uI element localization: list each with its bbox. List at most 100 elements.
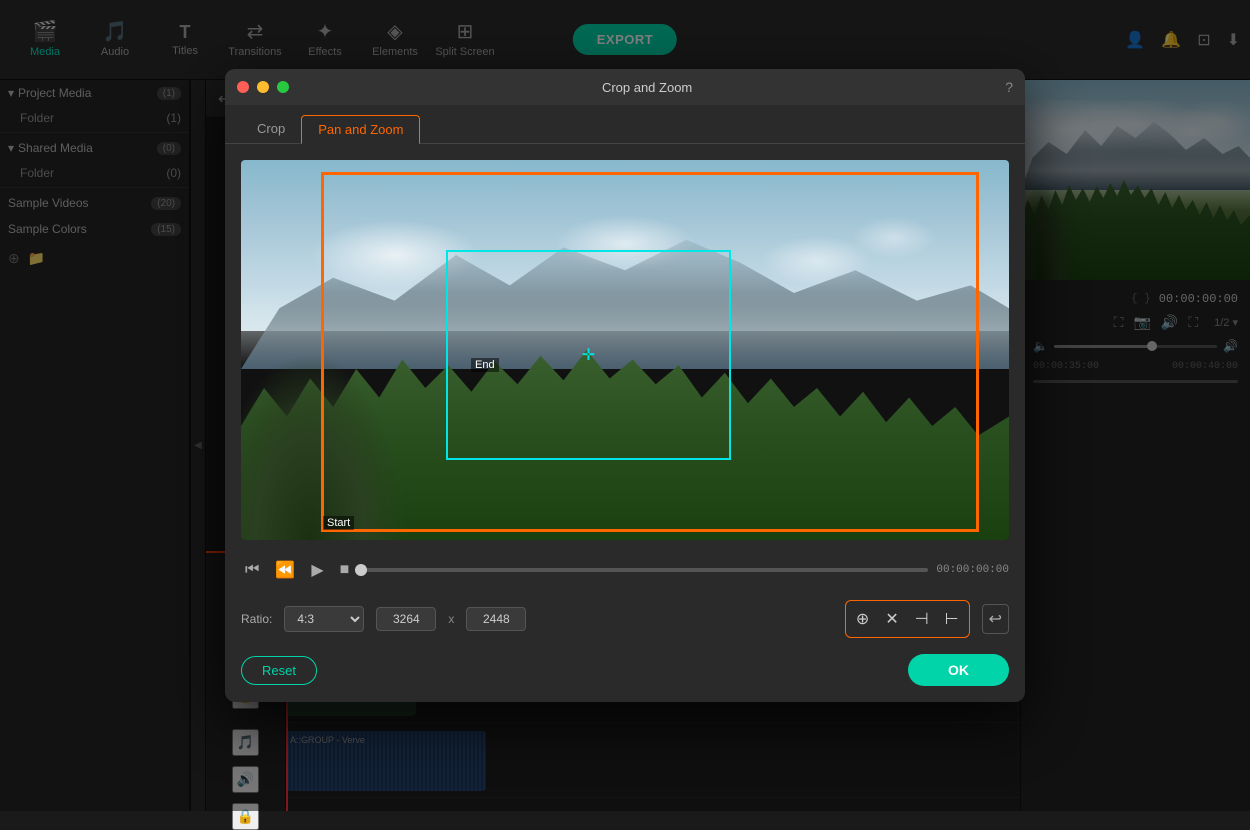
timeline-speaker-btn[interactable]: 🔊 — [232, 766, 259, 793]
nav-split-screen-label: Split Screen — [435, 46, 494, 58]
sidebar-shared-media[interactable]: ▾ Shared Media (0) — [0, 135, 189, 161]
top-bar: 🎬 Media 🎵 Audio T Titles ⇄ Transitions ✦… — [0, 0, 1250, 80]
sidebar-sample-colors[interactable]: Sample Colors (15) — [0, 216, 189, 242]
crop-zoom-modal: Crop and Zoom ? Crop Pan and Zoom — [225, 69, 1025, 702]
height-input[interactable]: 2448 — [466, 607, 526, 631]
notification-icon[interactable]: 🔔 — [1161, 30, 1181, 50]
nav-transitions[interactable]: ⇄ Transitions — [220, 5, 290, 75]
bracket-open: { } — [1131, 293, 1151, 305]
pb-progress-bar[interactable] — [361, 568, 928, 572]
ok-button[interactable]: OK — [908, 654, 1009, 686]
align-reset-arrows-btn[interactable]: ↩ — [982, 604, 1009, 634]
nav-elements[interactable]: ◈ Elements — [360, 5, 430, 75]
sidebar-folder-1[interactable]: Folder (1) — [0, 106, 189, 130]
timestamp-start: 00:00:35:00 — [1033, 361, 1099, 372]
timeline-lock2-btn[interactable]: 🔒 — [232, 803, 259, 830]
pb-play-btn[interactable]: ▶ — [307, 556, 327, 584]
sidebar-sample-videos[interactable]: Sample Videos (20) — [0, 190, 189, 216]
nav-audio[interactable]: 🎵 Audio — [80, 5, 150, 75]
traffic-light-red[interactable] — [237, 81, 249, 93]
width-input[interactable]: 3264 — [376, 607, 436, 631]
nav-split-screen[interactable]: ⊞ Split Screen — [430, 5, 500, 75]
pb-timecode: 00:00:00:00 — [936, 564, 1009, 576]
pb-thumb — [355, 564, 367, 576]
pb-frame-back-btn[interactable]: ⏪ — [271, 556, 299, 584]
export-button[interactable]: EXPORT — [573, 24, 677, 55]
nav-titles[interactable]: T Titles — [150, 5, 220, 75]
add-media-icon[interactable]: ⊕ — [8, 250, 20, 267]
modal-tabs: Crop Pan and Zoom — [225, 105, 1025, 144]
sample-videos-count: (20) — [151, 197, 181, 210]
dimension-x-label: x — [448, 612, 454, 626]
reset-button[interactable]: Reset — [241, 656, 317, 685]
nav-effects-label: Effects — [308, 46, 341, 58]
modal-help-btn[interactable]: ? — [1005, 79, 1013, 95]
modal-scene-tree — [241, 274, 471, 540]
screenshot-icon[interactable]: 📷 — [1133, 314, 1150, 331]
left-sidebar: ▾ Project Media (1) Folder (1) ▾ Shared … — [0, 80, 190, 811]
nav-effects[interactable]: ✦ Effects — [290, 5, 360, 75]
sidebar-collapse-btn[interactable]: ◀ — [190, 80, 206, 811]
volume-row: 🔈 🔊 — [1033, 339, 1238, 353]
ratio-select[interactable]: 4:3 16:9 1:1 Custom — [284, 606, 364, 632]
shared-media-title-row: ▾ Shared Media — [8, 141, 93, 155]
nav-transitions-label: Transitions — [228, 46, 281, 58]
tab-pan-zoom[interactable]: Pan and Zoom — [301, 115, 420, 144]
clip-audio[interactable]: A::GROUP - Verve — [286, 731, 486, 791]
sidebar-bottom-toolbar: ⊕ 📁 — [0, 242, 189, 275]
sidebar-project-media[interactable]: ▾ Project Media (1) — [0, 80, 189, 106]
nav-media[interactable]: 🎬 Media — [10, 5, 80, 75]
sidebar-folder-2[interactable]: Folder (0) — [0, 161, 189, 185]
align-left-btn[interactable]: ⊣ — [909, 605, 935, 633]
project-media-count: (1) — [157, 87, 181, 100]
modal-playback: ⏮ ⏪ ▶ ■ 00:00:00:00 — [241, 552, 1009, 588]
right-scene-tree — [1021, 140, 1090, 280]
traffic-light-yellow[interactable] — [257, 81, 269, 93]
align-center-btn[interactable]: ⊕ — [850, 605, 875, 633]
modal-video-preview: ✛ End Start — [241, 160, 1009, 540]
minimize-icon[interactable]: ⊡ — [1197, 30, 1210, 50]
volume-slider[interactable] — [1054, 345, 1217, 348]
fullscreen-icon[interactable]: ⛶ — [1114, 314, 1124, 331]
top-right-controls: 👤 🔔 ⊡ ⬇ — [1125, 30, 1240, 50]
right-timeline-bar[interactable] — [1033, 380, 1238, 383]
nav-audio-label: Audio — [101, 46, 129, 58]
traffic-light-green[interactable] — [277, 81, 289, 93]
shared-media-label: Shared Media — [18, 141, 93, 155]
add-folder-icon[interactable]: 📁 — [28, 250, 45, 267]
right-ctrl-row-2: ⛶ 📷 🔊 ⛶ 1/2 ▾ — [1033, 314, 1238, 331]
modal-titlebar: Crop and Zoom ? — [225, 69, 1025, 105]
pb-stop-btn[interactable]: ■ — [336, 557, 354, 583]
sample-colors-count: (15) — [151, 223, 181, 236]
align-right-btn[interactable]: ⊢ — [939, 605, 965, 633]
timeline-music-btn[interactable]: 🎵 — [232, 729, 259, 756]
folder-2-count: (0) — [166, 166, 181, 180]
align-x-btn[interactable]: ✕ — [879, 605, 904, 633]
download-icon[interactable]: ⬇ — [1227, 30, 1240, 50]
project-media-label: Project Media — [18, 86, 91, 100]
modal-title: Crop and Zoom — [297, 80, 997, 95]
media-icon: 🎬 — [33, 22, 58, 42]
expand-icon[interactable]: ⛶ — [1188, 314, 1198, 331]
pb-step-back-btn[interactable]: ⏮ — [241, 557, 263, 583]
modal-ratio-row: Ratio: 4:3 16:9 1:1 Custom 3264 x 2448 ⊕… — [241, 600, 1009, 638]
align-buttons-group: ⊕ ✕ ⊣ ⊢ — [845, 600, 970, 638]
elements-icon: ◈ — [387, 22, 402, 42]
audio-icon: 🎵 — [103, 22, 128, 42]
folder-1-count: (1) — [166, 111, 181, 125]
transitions-icon: ⇄ — [247, 22, 264, 42]
right-panel-preview — [1021, 80, 1250, 280]
nav-media-label: Media — [30, 46, 60, 58]
shared-media-count: (0) — [157, 142, 181, 155]
sidebar-divider-1 — [0, 132, 189, 133]
right-panel-controls: { } 00:00:00:00 ⛶ 📷 🔊 ⛶ 1/2 ▾ 🔈 🔊 — [1021, 280, 1250, 811]
sample-colors-label: Sample Colors — [8, 222, 87, 236]
account-icon[interactable]: 👤 — [1125, 30, 1145, 50]
shared-media-arrow: ▾ — [8, 141, 14, 155]
timeline-row-audio: A::GROUP - Verve — [286, 723, 1020, 798]
right-ctrl-icons: ⛶ 📷 🔊 ⛶ — [1114, 314, 1199, 331]
tab-crop[interactable]: Crop — [241, 115, 301, 143]
speaker-icon[interactable]: 🔊 — [1161, 314, 1178, 331]
zoom-level: 1/2 ▾ — [1214, 316, 1238, 329]
effects-icon: ✦ — [317, 22, 334, 42]
